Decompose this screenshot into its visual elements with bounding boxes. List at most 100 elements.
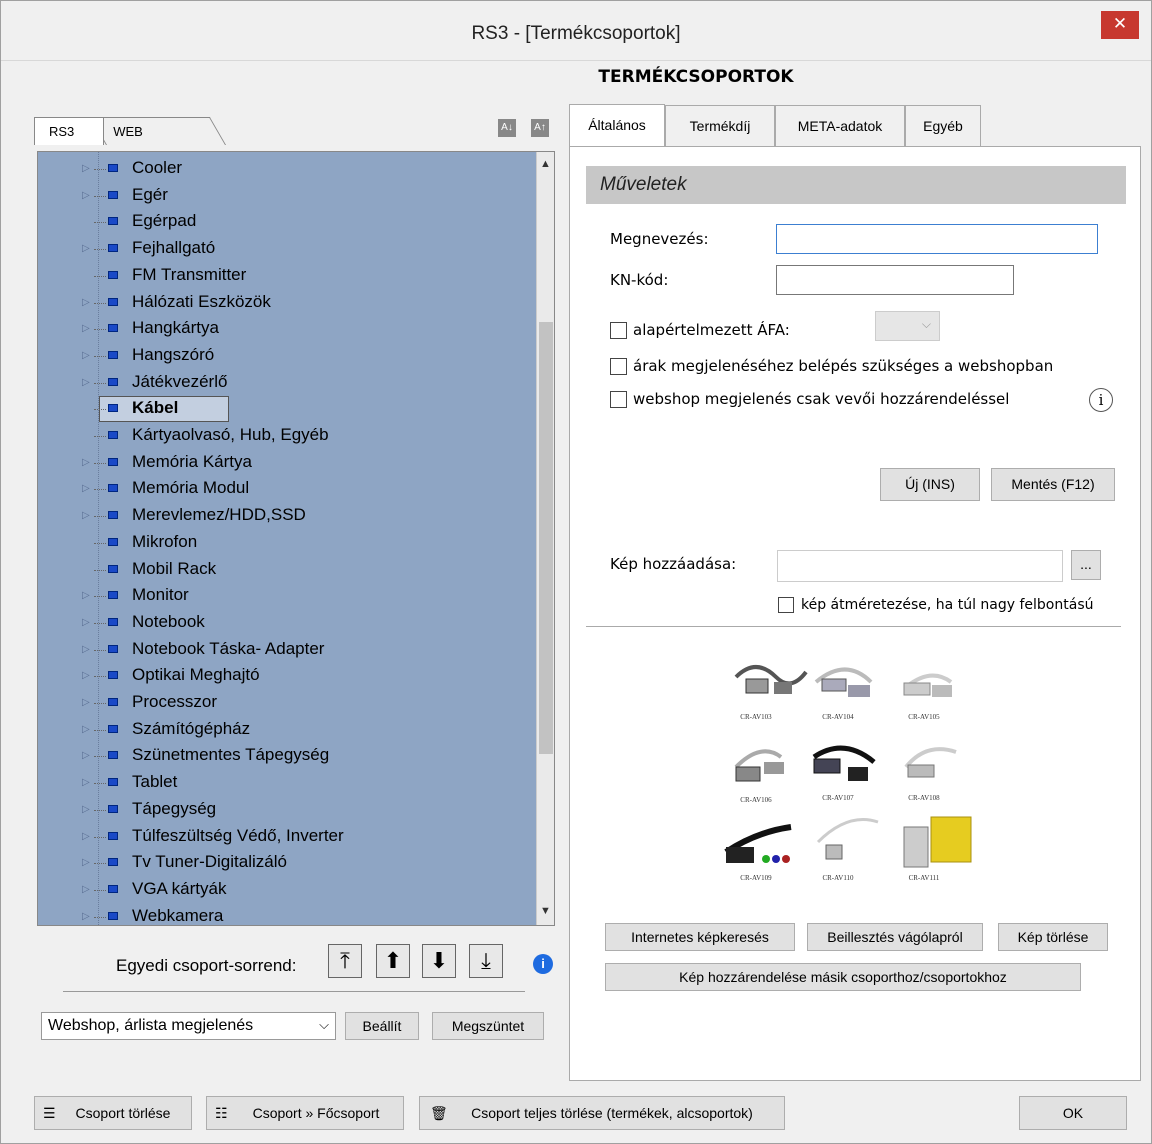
expand-arrow-icon[interactable]: ▷	[82, 483, 90, 494]
info-icon[interactable]: i	[533, 954, 553, 974]
expand-arrow-icon[interactable]: ▷	[82, 724, 90, 735]
tree-item[interactable]: ▷ Cooler	[78, 156, 538, 183]
tree-item[interactable]: Mikrofon	[78, 530, 538, 557]
expand-arrow-icon[interactable]: ▷	[82, 297, 90, 308]
tree-item[interactable]: Egérpad	[78, 209, 538, 236]
set-button[interactable]: Beállít	[345, 1012, 419, 1040]
expand-arrow-icon[interactable]: ▷	[82, 163, 90, 174]
tree-item-label: Kártyaolvasó, Hub, Egyéb	[132, 425, 329, 444]
tree-item[interactable]: ▷ Számítógépház	[78, 717, 538, 744]
tree-item[interactable]: ▷ Játékvezérlő	[78, 370, 538, 397]
scroll-thumb[interactable]	[539, 322, 553, 754]
scroll-up-icon[interactable]: ▲	[540, 158, 551, 170]
paste-clipboard-button[interactable]: Beillesztés vágólapról	[807, 923, 983, 951]
webshop-customer-checkbox[interactable]	[610, 391, 627, 408]
login-required-checkbox[interactable]	[610, 358, 627, 375]
expand-arrow-icon[interactable]: ▷	[82, 697, 90, 708]
internet-search-button[interactable]: Internetes képkeresés	[605, 923, 795, 951]
display-mode-select[interactable]: Webshop, árlista megjelenés ⌵	[41, 1012, 336, 1040]
tab-product-fee[interactable]: Termékdíj	[665, 105, 775, 147]
full-delete-button[interactable]: 🗑 Csoport teljes törlése (termékek, alcso…	[419, 1096, 785, 1130]
tree-item[interactable]: ▷ Monitor	[78, 583, 538, 610]
expand-arrow-icon[interactable]: ▷	[82, 911, 90, 922]
expand-arrow-icon[interactable]: ▷	[82, 323, 90, 334]
resize-checkbox[interactable]	[778, 597, 794, 613]
tree-item[interactable]: ▷ Egér	[78, 183, 538, 210]
tree-item[interactable]: ▷ Memória Modul	[78, 476, 538, 503]
default-vat-checkbox[interactable]	[610, 322, 627, 339]
move-top-button[interactable]: ⤒	[328, 944, 362, 978]
sort-descending-icon[interactable]: A↑	[531, 119, 549, 137]
scroll-down-icon[interactable]: ▼	[540, 905, 551, 917]
tree-item[interactable]: ▷ Notebook Táska- Adapter	[78, 637, 538, 664]
expand-arrow-icon[interactable]: ▷	[82, 377, 90, 388]
expand-arrow-icon[interactable]: ▷	[82, 590, 90, 601]
move-down-button[interactable]: ⬇	[422, 944, 456, 978]
tree-item-label: Hangszóró	[132, 344, 215, 364]
expand-arrow-icon[interactable]: ▷	[82, 510, 90, 521]
image-path-input[interactable]	[777, 550, 1063, 582]
kn-code-input[interactable]	[776, 265, 1014, 295]
expand-arrow-icon[interactable]: ▷	[82, 857, 90, 868]
tree-item[interactable]: ▷ Fejhallgató	[78, 236, 538, 263]
tree-item[interactable]: ▷ Notebook	[78, 610, 538, 637]
group-tree[interactable]: ▷ Cooler ▷ Egér Egérpad ▷ Fejhallgató FM Transm…	[37, 151, 555, 926]
tree-item[interactable]: ▷ Tápegység	[78, 797, 538, 824]
tab-rs3[interactable]: RS3	[34, 117, 104, 145]
expand-arrow-icon[interactable]: ▷	[82, 777, 90, 788]
ok-button[interactable]: OK	[1019, 1096, 1127, 1130]
tree-item[interactable]: Kábel	[78, 396, 538, 423]
remove-button[interactable]: Megszüntet	[432, 1012, 544, 1040]
tree-item[interactable]: ▷ Memória Kártya	[78, 450, 538, 477]
expand-arrow-icon[interactable]: ▷	[82, 831, 90, 842]
new-button[interactable]: Új (INS)	[880, 468, 980, 501]
expand-arrow-icon[interactable]: ▷	[82, 190, 90, 201]
expand-arrow-icon[interactable]: ▷	[82, 457, 90, 468]
tree-item[interactable]: ▷ Szünetmentes Tápegység	[78, 743, 538, 770]
tree-item[interactable]: Mobil Rack	[78, 557, 538, 584]
tab-meta[interactable]: META-adatok	[775, 105, 905, 147]
expand-arrow-icon[interactable]: ▷	[82, 350, 90, 361]
tree-item[interactable]: ▷ Merevlemez/HDD,SSD	[78, 503, 538, 530]
tree-item[interactable]: ▷ Hangkártya	[78, 316, 538, 343]
tab-other[interactable]: Egyéb	[905, 105, 981, 147]
tree-item[interactable]: ▷ VGA kártyák	[78, 877, 538, 904]
to-main-group-button[interactable]: ☷ Csoport » Főcsoport	[206, 1096, 404, 1130]
tree-item[interactable]: ▷ Tv Tuner-Digitalizáló	[78, 850, 538, 877]
expand-arrow-icon[interactable]: ▷	[82, 670, 90, 681]
tree-item[interactable]: ▷ Tablet	[78, 770, 538, 797]
tab-general[interactable]: Általános	[569, 104, 665, 147]
tree-scrollbar[interactable]: ▲ ▼	[536, 152, 554, 925]
tree-item[interactable]: ▷ Processzor	[78, 690, 538, 717]
move-up-button[interactable]: ⬆	[376, 944, 410, 978]
browse-button[interactable]: ...	[1071, 550, 1101, 580]
expand-arrow-icon[interactable]: ▷	[82, 644, 90, 655]
assign-image-button[interactable]: Kép hozzárendelése másik csoporthoz/csop…	[605, 963, 1081, 991]
tree-item[interactable]: FM Transmitter	[78, 263, 538, 290]
expand-arrow-icon[interactable]: ▷	[82, 884, 90, 895]
expand-arrow-icon[interactable]: ▷	[82, 243, 90, 254]
tree-item[interactable]: ▷ Hangszóró	[78, 343, 538, 370]
tree-item[interactable]: ▷ Hálózati Eszközök	[78, 290, 538, 317]
webshop-customer-label: webshop megjelenés csak vevői hozzárende…	[633, 390, 1010, 408]
tab-web[interactable]: WEB	[89, 117, 226, 145]
expand-arrow-icon[interactable]: ▷	[82, 617, 90, 628]
tree-item[interactable]: ▷ Optikai Meghajtó	[78, 663, 538, 690]
delete-image-button[interactable]: Kép törlése	[998, 923, 1108, 951]
expand-arrow-icon[interactable]: ▷	[82, 750, 90, 761]
tree-item[interactable]: ▷ Túlfeszültség Védő, Inverter	[78, 824, 538, 851]
close-button[interactable]: ✕	[1101, 11, 1139, 39]
cables-image: CR-AV103 CR-AV104 CR-AV105 CR-AV106 CR-A…	[724, 665, 972, 882]
expand-arrow-icon[interactable]: ▷	[82, 804, 90, 815]
help-icon[interactable]: i	[1089, 388, 1113, 412]
folder-icon	[108, 564, 118, 573]
caption-3: CR-AV105	[908, 713, 940, 721]
save-button[interactable]: Mentés (F12)	[991, 468, 1115, 501]
tree-item[interactable]: Kártyaolvasó, Hub, Egyéb	[78, 423, 538, 450]
delete-group-button[interactable]: ☰ Csoport törlése	[34, 1096, 192, 1130]
sort-ascending-icon[interactable]: A↓	[498, 119, 516, 137]
vat-select[interactable]: ⌵	[875, 311, 940, 341]
move-bottom-button[interactable]: ⤓	[469, 944, 503, 978]
tree-item[interactable]: ▷ Webkamera	[78, 904, 538, 925]
name-input[interactable]	[776, 224, 1098, 254]
